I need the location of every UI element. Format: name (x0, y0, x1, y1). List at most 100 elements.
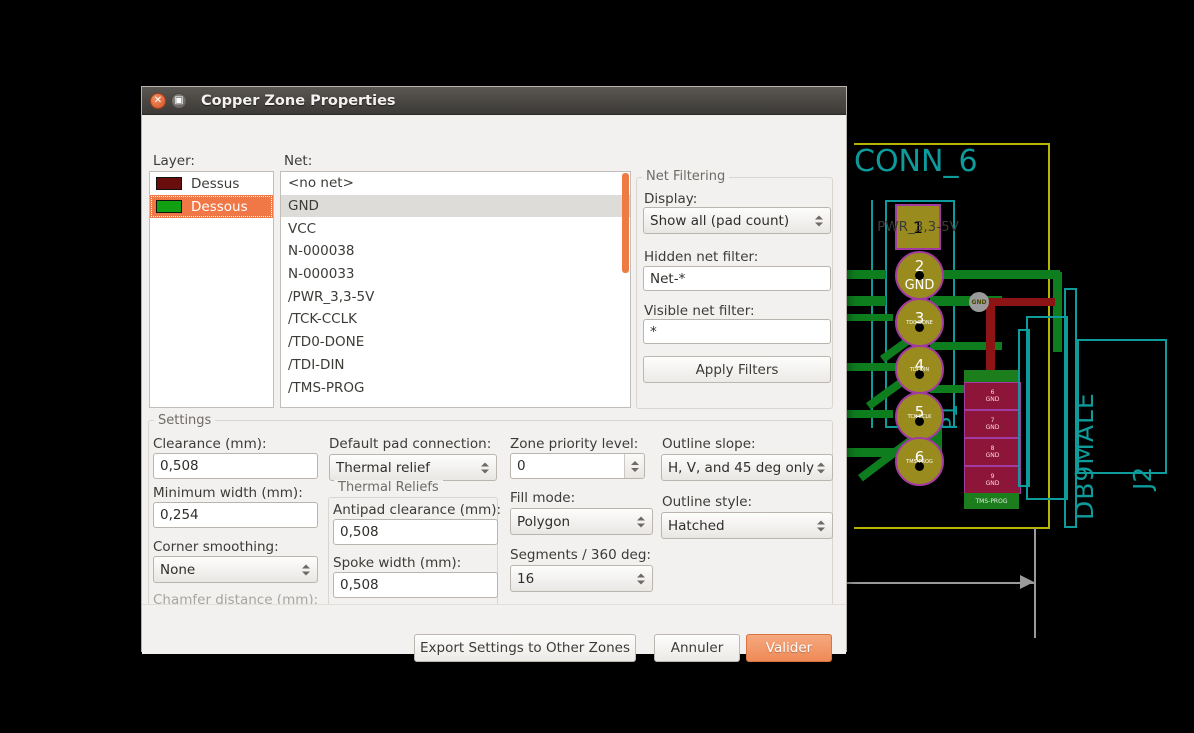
fill-mode-label: Fill mode: (510, 490, 576, 506)
ok-button[interactable]: Valider (746, 634, 832, 662)
visible-net-filter-label: Visible net filter: (644, 303, 755, 319)
pcb-canvas[interactable]: CONN_6 DB9MALE J2 P1 GND 1 PWR_3,3-5V 2 … (838, 120, 1194, 638)
display-combobox-value: Show all (pad count) (650, 212, 790, 229)
outline-style-combobox[interactable]: Hatched (661, 512, 833, 539)
pad-4[interactable]: 4 TDI-DIN (895, 345, 944, 394)
segments-combobox[interactable]: 16 (510, 565, 653, 592)
screen: CONN_6 DB9MALE J2 P1 GND 1 PWR_3,3-5V 2 … (0, 0, 1194, 733)
outline-slope-combobox[interactable]: H, V, and 45 deg only (661, 454, 833, 481)
antipad-clearance-input[interactable]: 0,508 (333, 519, 498, 545)
minimum-width-value: 0,254 (160, 507, 199, 523)
copper-zone-properties-dialog: ✕ ▣ Copper Zone Properties Layer: Dessus… (141, 86, 847, 662)
minimum-width-label: Minimum width (mm): (153, 485, 303, 501)
db9-pad-8[interactable]: 8 GND (964, 438, 1021, 466)
net-item[interactable]: /TCK-CCLK (281, 308, 630, 331)
layer-label: Layer: (153, 153, 195, 169)
export-settings-button[interactable]: Export Settings to Other Zones (414, 634, 636, 662)
net-list-scrollbar[interactable] (622, 173, 629, 273)
zone-priority-spinner[interactable]: 0 (510, 453, 645, 479)
net-item[interactable]: /TD0-DONE (281, 331, 630, 354)
minimum-width-input[interactable]: 0,254 (153, 502, 318, 528)
apply-filters-button[interactable]: Apply Filters (643, 356, 831, 383)
antipad-clearance-value: 0,508 (340, 524, 379, 540)
corner-smoothing-label: Corner smoothing: (153, 539, 279, 555)
fill-mode-value: Polygon (517, 513, 571, 530)
db9-body-outline (1026, 316, 1068, 500)
thermal-reliefs-group-label: Thermal Reliefs (334, 480, 443, 495)
pad-3[interactable]: 3 TD0-DONE (895, 298, 944, 347)
chevron-updown-icon (302, 564, 310, 575)
outline-slope-value: H, V, and 45 deg only (668, 459, 815, 476)
net-label: Net: (284, 153, 313, 169)
net-listbox[interactable]: <no net> GND VCC N-000038 N-000033 /PWR_… (280, 171, 631, 408)
layer-item-label: Dessous (191, 198, 248, 215)
antipad-clearance-label: Antipad clearance (mm): (333, 502, 502, 518)
pad-5[interactable]: 5 TCK-CCLK (895, 392, 944, 441)
spoke-width-input[interactable]: 0,508 (333, 572, 498, 598)
display-combobox[interactable]: Show all (pad count) (643, 207, 831, 234)
layer-item-dessus[interactable]: Dessus (150, 172, 273, 195)
net-item[interactable]: N-000033 (281, 263, 630, 286)
segments-value: 16 (517, 570, 535, 587)
net-item[interactable]: N-000038 (281, 240, 630, 263)
via-gnd[interactable]: GND (969, 292, 989, 312)
title-bar[interactable]: ✕ ▣ Copper Zone Properties (142, 87, 846, 115)
outline-style-label: Outline style: (662, 494, 753, 510)
pad-connection-value: Thermal relief (336, 459, 431, 476)
net-item[interactable]: VCC (281, 217, 630, 240)
chevron-updown-icon (637, 573, 645, 584)
layer-listbox[interactable]: Dessus Dessous (149, 171, 274, 408)
visible-net-filter-value: * (650, 323, 657, 340)
pcb-conn-label: CONN_6 (854, 144, 978, 179)
segments-label: Segments / 360 deg: (510, 547, 651, 563)
close-icon[interactable]: ✕ (150, 92, 166, 109)
db9-pad-tms[interactable]: TMS-PROG (964, 493, 1019, 509)
track-green-4 (930, 270, 1060, 279)
net-item[interactable]: /PWR_3,3-5V (281, 285, 630, 308)
zone-priority-label: Zone priority level: (510, 436, 639, 452)
spoke-width-label: Spoke width (mm): (333, 555, 462, 571)
outline-style-value: Hatched (668, 517, 725, 534)
pad-1[interactable]: 1 PWR_3,3-5V (877, 204, 959, 250)
pad-connection-combobox[interactable]: Thermal relief (329, 454, 497, 481)
display-label: Display: (644, 191, 698, 207)
clearance-label: Clearance (mm): (153, 436, 267, 452)
dimension-extension (1034, 528, 1036, 638)
clearance-input[interactable]: 0,508 (153, 453, 318, 479)
clearance-value: 0,508 (160, 458, 199, 474)
dialog-body: Layer: Dessus Dessous Net: <no net> GND … (142, 115, 846, 662)
visible-net-filter-input[interactable]: * (643, 319, 831, 344)
spoke-width-value: 0,508 (340, 577, 379, 593)
settings-group-label: Settings (154, 413, 216, 428)
fill-mode-combobox[interactable]: Polygon (510, 508, 653, 535)
chevron-updown-icon (637, 516, 645, 527)
spinner-buttons[interactable] (624, 454, 644, 478)
chevron-updown-icon (815, 215, 823, 226)
board-outline-bottom (854, 527, 1050, 529)
pad-6[interactable]: 6 TMS-PROG (895, 437, 944, 486)
net-item[interactable]: GND (281, 194, 630, 218)
db9-pad-6[interactable]: 6 GND (964, 382, 1021, 410)
net-item[interactable]: <no net> (281, 172, 630, 195)
corner-smoothing-combobox[interactable]: None (153, 556, 318, 583)
cancel-button[interactable]: Annuler (654, 634, 740, 662)
outline-slope-label: Outline slope: (662, 436, 756, 452)
db9-pad-7[interactable]: 7 GND (964, 410, 1021, 438)
net-filtering-group-label: Net Filtering (642, 169, 730, 184)
layer-color-swatch (156, 200, 182, 213)
db9-shell-outline (1018, 329, 1030, 487)
chevron-updown-icon (817, 462, 825, 473)
net-item[interactable]: /TMS-PROG (281, 376, 630, 399)
hidden-net-filter-input[interactable]: Net-* (643, 266, 831, 291)
maximize-icon[interactable]: ▣ (171, 92, 187, 109)
chevron-updown-icon (817, 520, 825, 531)
pad-2[interactable]: 2 GND (895, 251, 944, 300)
db9-pad-9[interactable]: 9 GND (964, 466, 1021, 494)
layer-item-label: Dessus (191, 175, 240, 192)
net-item[interactable]: /TDI-DIN (281, 354, 630, 377)
dimension-line (838, 582, 1035, 584)
window-title: Copper Zone Properties (201, 92, 396, 109)
chevron-updown-icon (481, 462, 489, 473)
layer-item-dessous[interactable]: Dessous (150, 195, 273, 218)
pad-connection-label: Default pad connection: (329, 436, 492, 452)
